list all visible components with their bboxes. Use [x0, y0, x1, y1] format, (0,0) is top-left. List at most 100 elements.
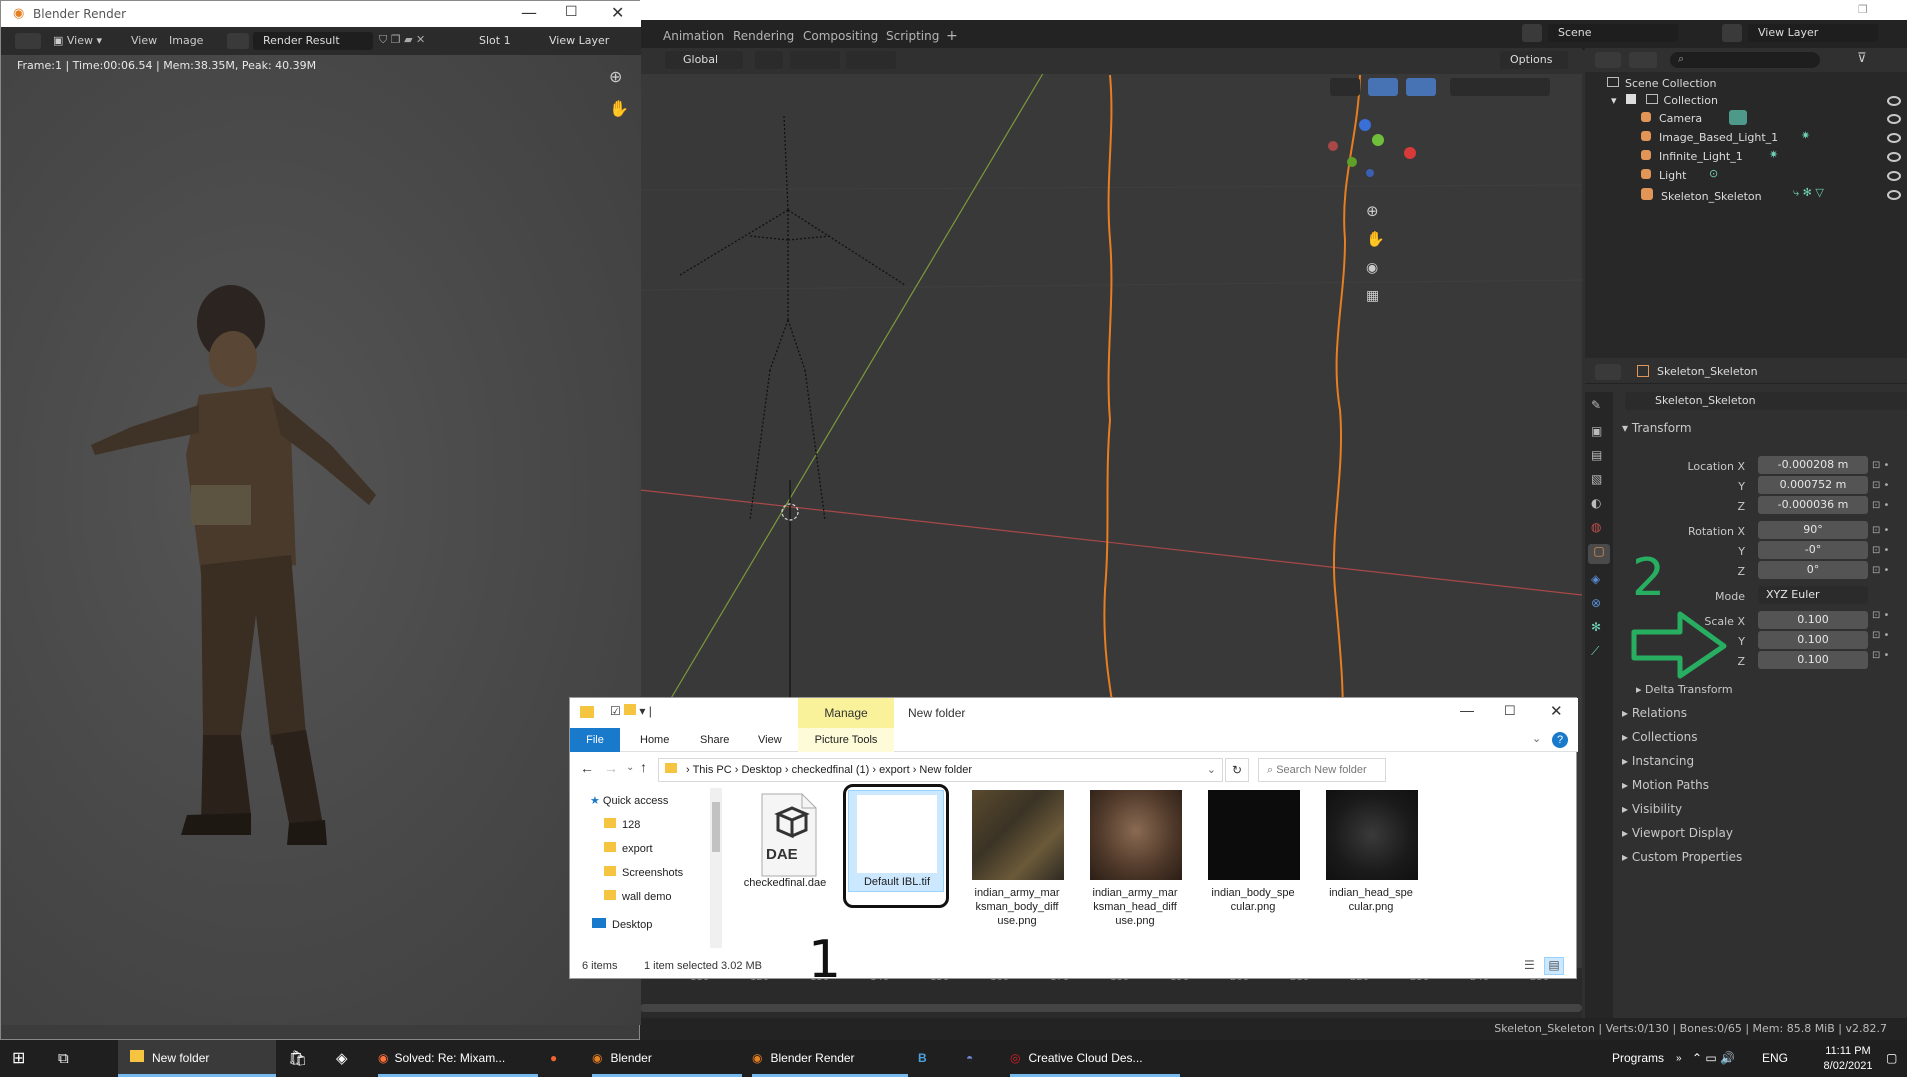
outliner-item-camera[interactable]: Camera — [1641, 110, 1901, 125]
tab-view[interactable]: View — [758, 734, 782, 746]
image-browse-icon[interactable] — [227, 33, 249, 49]
viewport-display-panel[interactable]: ▸ Viewport Display — [1622, 826, 1733, 840]
light-data-icon[interactable]: ✷ — [1801, 129, 1810, 142]
file-item[interactable]: indian_head_spe cular.png — [1316, 790, 1426, 913]
layer-dropdown[interactable]: View Layer — [541, 32, 637, 50]
zoom-icon[interactable]: ⊕ — [1366, 202, 1379, 220]
maximize-button[interactable]: ☐ — [1504, 703, 1516, 719]
orientation-dropdown[interactable]: Global — [665, 51, 743, 69]
world-tab-icon[interactable]: ◍ — [1591, 520, 1601, 534]
lock-icon[interactable]: ⊡ • — [1872, 626, 1902, 646]
checkbox-icon[interactable] — [1626, 94, 1637, 104]
chevron-down-icon[interactable]: ▾ — [1611, 94, 1617, 107]
lock-icon[interactable]: ⊡ • — [1872, 606, 1902, 626]
viewport-shading-buttons[interactable] — [1330, 78, 1558, 96]
point-light-icon[interactable]: ⊙ — [1709, 167, 1718, 180]
object-tab-icon[interactable]: ▢ — [1588, 544, 1610, 564]
taskbar-item-creative-cloud[interactable]: ◎ Creative Cloud Des... — [1010, 1040, 1180, 1077]
nav-folder-screenshots[interactable]: Screenshots — [604, 866, 683, 879]
quick-toolbar-icons[interactable]: ☑ ▾ | — [610, 704, 652, 718]
options-dropdown[interactable]: Options — [1500, 51, 1568, 69]
lock-icon[interactable]: ⊡ • — [1872, 476, 1902, 496]
editor-type-icon[interactable] — [15, 33, 41, 49]
pan-hand-icon[interactable]: ✋ — [1366, 230, 1385, 248]
manage-tab[interactable]: Manage — [798, 698, 894, 728]
view-layer-tab-icon[interactable]: ▧ — [1591, 472, 1602, 486]
tab-home[interactable]: Home — [640, 734, 669, 746]
quick-access-item[interactable]: ★ Quick access — [590, 794, 668, 807]
add-workspace-button[interactable]: + — [946, 27, 958, 45]
minimize-button[interactable]: — — [1460, 702, 1474, 718]
scene-icon[interactable] — [1522, 24, 1542, 42]
eye-icon[interactable] — [1887, 190, 1901, 200]
bone-tab-icon[interactable]: ⟋ — [1591, 644, 1599, 659]
help-icon[interactable]: ? — [1552, 732, 1568, 748]
lock-icon[interactable]: ⊡ • — [1872, 496, 1902, 516]
chevron-up-icon[interactable]: » — [1676, 1040, 1682, 1077]
breadcrumb-item[interactable]: Desktop — [741, 764, 781, 776]
tab-scripting[interactable]: Scripting — [886, 27, 939, 45]
outliner-item-infinite-light[interactable]: Infinite_Light_1 ✷ — [1641, 148, 1901, 163]
menu-view[interactable]: View — [131, 34, 157, 47]
constraint-tab-icon[interactable]: ⊗ — [1591, 596, 1601, 610]
app-icon[interactable]: ◈ — [336, 1040, 348, 1077]
large-icons-view-icon[interactable]: ▤ — [1544, 957, 1564, 975]
tab-file[interactable]: File — [570, 728, 620, 752]
motion-paths-panel[interactable]: ▸ Motion Paths — [1622, 778, 1709, 792]
forward-arrow-icon[interactable]: → — [604, 760, 618, 776]
taskbar-item-new-folder[interactable]: New folder — [118, 1040, 276, 1077]
snap-icon[interactable] — [790, 51, 840, 69]
eye-icon[interactable] — [1887, 114, 1901, 124]
render-canvas[interactable]: Frame:1 | Time:00:06.54 | Mem:38.35M, Pe… — [1, 55, 641, 1025]
collections-panel[interactable]: ▸ Collections — [1622, 730, 1697, 744]
nav-folder-export[interactable]: export — [604, 842, 653, 855]
outliner-item-light[interactable]: Light ⊙ — [1641, 167, 1901, 182]
breadcrumb[interactable]: › This PC › Desktop › checkedfinal (1) ›… — [658, 758, 1223, 782]
breadcrumb-item[interactable]: export — [879, 764, 910, 776]
tab-picture-tools[interactable]: Picture Tools — [798, 728, 894, 752]
scale-z-field[interactable]: 0.100 — [1758, 651, 1868, 669]
image-name-field[interactable]: Render Result — [253, 32, 373, 50]
file-item[interactable]: DAE checkedfinal.dae — [730, 790, 840, 910]
close-button[interactable]: ✕ — [1550, 702, 1563, 720]
breadcrumb-item[interactable]: This PC — [693, 764, 732, 776]
lock-icon[interactable]: ⊡ • — [1872, 521, 1902, 541]
clock[interactable]: 11:11 PM 8/02/2021 — [1808, 1044, 1888, 1074]
rotation-x-field[interactable]: 90° — [1758, 521, 1868, 539]
view-layer-field[interactable]: View Layer — [1748, 24, 1878, 42]
menu-image[interactable]: Image — [169, 34, 203, 47]
chevron-down-icon[interactable]: ⌄ — [1532, 732, 1541, 745]
file-item[interactable]: indian_army_mar ksman_body_diff use.png — [962, 790, 1072, 927]
ortho-grid-icon[interactable]: ▦ — [1366, 288, 1379, 304]
eye-icon[interactable] — [1887, 171, 1901, 181]
filter-icon[interactable]: ⊽ — [1857, 51, 1867, 66]
render-tab-icon[interactable]: ▣ — [1591, 424, 1602, 438]
restore-icon[interactable]: ❐ — [1858, 3, 1868, 16]
modifier-tab-icon[interactable]: ◈ — [1591, 572, 1600, 586]
zoom-icon[interactable]: ⊕ — [609, 67, 622, 86]
display-mode-icon[interactable] — [1629, 52, 1657, 68]
image-actions-icon[interactable]: ⛉ ❐ ▰ ✕ — [379, 33, 425, 47]
tray-icons[interactable]: ⌃ ▭ 🔊 — [1692, 1040, 1735, 1077]
eye-icon[interactable] — [1887, 96, 1901, 106]
nav-desktop[interactable]: Desktop — [592, 918, 652, 931]
pan-hand-icon[interactable]: ✋ — [609, 99, 629, 118]
recent-locations-icon[interactable]: ⌄ — [626, 762, 634, 773]
location-x-field[interactable]: -0.000208 m — [1758, 456, 1868, 474]
lock-icon[interactable]: ⊡ • — [1872, 561, 1902, 581]
language-indicator[interactable]: ENG — [1762, 1040, 1788, 1077]
tab-animation[interactable]: Animation — [663, 27, 724, 45]
instancing-panel[interactable]: ▸ Instancing — [1622, 754, 1694, 768]
file-item-selected[interactable]: Default IBL.tif — [848, 790, 944, 892]
custom-properties-panel[interactable]: ▸ Custom Properties — [1622, 850, 1742, 864]
view-layer-icon[interactable] — [1722, 24, 1742, 42]
visibility-panel[interactable]: ▸ Visibility — [1622, 802, 1682, 816]
slot-dropdown[interactable]: Slot 1 — [471, 32, 537, 50]
relations-panel[interactable]: ▸ Relations — [1622, 706, 1687, 720]
camera-data-icon[interactable] — [1729, 110, 1747, 125]
details-view-icon[interactable]: ☰ — [1524, 958, 1535, 972]
tool-tab-icon[interactable]: ✎ — [1591, 398, 1601, 412]
up-arrow-icon[interactable]: ↑ — [640, 759, 647, 775]
proportional-edit-icon[interactable] — [846, 51, 896, 69]
nav-folder-wall-demo[interactable]: wall demo — [604, 890, 672, 903]
